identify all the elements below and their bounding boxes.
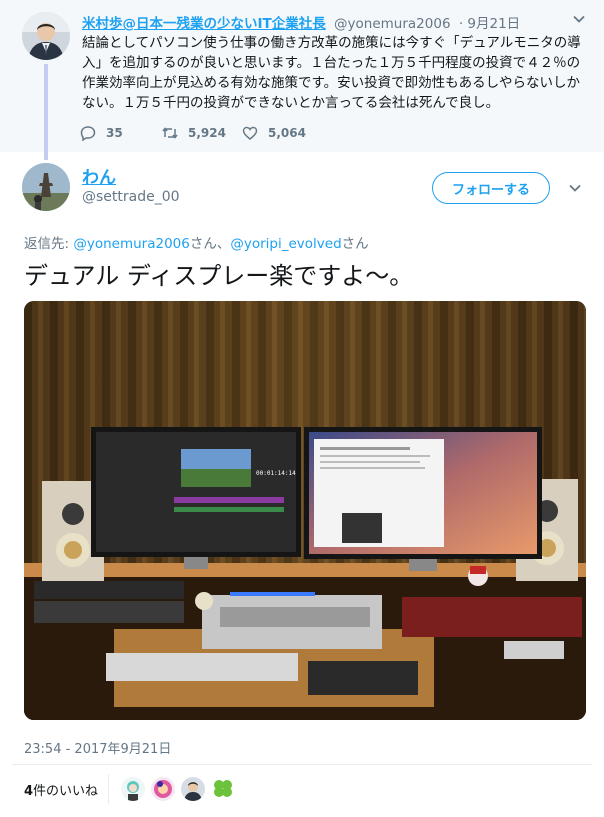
reply-user-link-1[interactable]: @yonemura2006 (73, 236, 190, 252)
like-button[interactable]: 5,064 (242, 124, 306, 142)
parent-display-name[interactable]: 米村歩@日本一残業の少ないIT企業社長 (82, 16, 326, 32)
avatar[interactable] (22, 12, 70, 60)
main-tweet-text: デュアル ディスプレー楽ですよ〜。 (24, 262, 414, 290)
reply-suffix: さん (341, 236, 369, 252)
avatar[interactable] (211, 777, 235, 801)
parent-header: 米村歩@日本一残業の少ないIT企業社長 @yonemura2006 · 9月21… (82, 12, 520, 32)
divider (12, 764, 592, 765)
parent-tweet-text: 結論としてパソコン使う仕事の働き方改革の施策には今すぐ「デュアルモニタの導入」を… (82, 35, 581, 111)
like-count: 5,064 (268, 126, 306, 140)
likes-number: 4 (24, 784, 34, 799)
chevron-down-icon[interactable] (572, 12, 586, 26)
reply-to-line: 返信先: @yonemura2006さん、@yoripi_evolvedさん (24, 232, 369, 252)
reply-user-link-2[interactable]: @yoripi_evolved (230, 236, 341, 252)
reply-prefix: 返信先: (24, 236, 74, 252)
thread-line (44, 64, 48, 160)
divider (108, 774, 109, 804)
follow-button[interactable]: フォローする (432, 172, 550, 204)
reply-button[interactable]: 35 (80, 124, 123, 142)
reply-count: 35 (106, 126, 123, 140)
screen-timecode: 00:01:14:14 (256, 470, 296, 477)
avatar[interactable] (151, 777, 175, 801)
timestamp[interactable]: 23:54 - 2017年9月21日 (24, 738, 171, 757)
avatar[interactable] (121, 777, 145, 801)
tweet-photo[interactable]: 00:01:14:14 (24, 301, 586, 720)
parent-handle[interactable]: @yonemura2006 (334, 16, 451, 32)
retweet-count: 5,924 (188, 126, 226, 140)
likes-count[interactable]: 4件のいいね (24, 780, 98, 799)
reply-mid: さん、 (189, 236, 231, 252)
likes-label: 件のいいね (33, 784, 99, 799)
reply-icon (80, 126, 96, 141)
avatar[interactable] (181, 777, 205, 801)
main-handle[interactable]: @settrade_00 (82, 189, 180, 205)
chevron-down-icon[interactable] (568, 181, 582, 195)
parent-tweet[interactable]: 米村歩@日本一残業の少ないIT企業社長 @yonemura2006 · 9月21… (0, 0, 604, 160)
like-icon (242, 126, 258, 140)
retweet-button[interactable]: 5,924 (162, 124, 226, 142)
avatar[interactable] (22, 163, 70, 211)
main-display-name[interactable]: わん (82, 163, 116, 188)
retweet-icon (162, 127, 178, 139)
parent-date[interactable]: · 9月21日 (459, 16, 520, 32)
